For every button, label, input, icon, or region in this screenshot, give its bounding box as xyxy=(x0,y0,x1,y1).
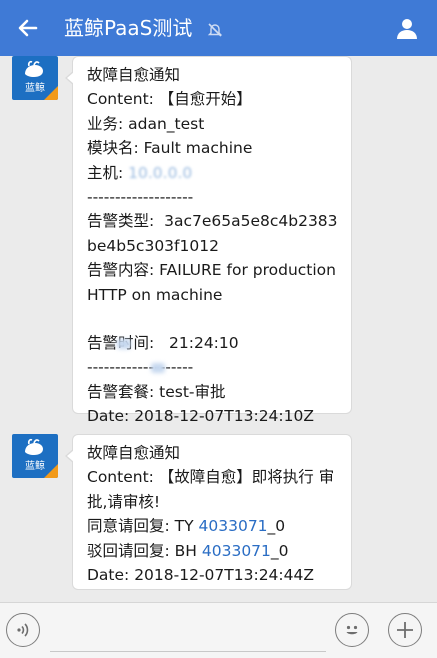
voice-icon xyxy=(17,623,29,637)
plus-icon xyxy=(397,622,413,638)
redacted-text xyxy=(116,338,131,349)
message-bubble[interactable]: 故障自愈通知 Content: 【自愈开始】 业务: adan_test 模块名… xyxy=(65,56,352,425)
message-agree: 同意请回复: TY 4033071_0 xyxy=(87,514,339,538)
whale-logo-icon xyxy=(25,60,43,77)
whale-logo-icon xyxy=(25,438,43,455)
avatar-corner-accent xyxy=(44,86,58,100)
message-alarm-content: 告警内容: FAILURE for production HTTP on mac… xyxy=(87,261,336,304)
message-title: 故障自愈通知 xyxy=(87,66,181,84)
message-reject: 驳回请回复: BH 4033071_0 xyxy=(87,539,339,563)
person-icon xyxy=(397,19,417,39)
avatar-corner-accent xyxy=(44,464,58,478)
message-host: 主机: 10.0.0.0 xyxy=(87,161,339,185)
message-business: 业务: adan_test xyxy=(87,114,205,133)
message-content: Content: 【自愈开始】 xyxy=(87,90,252,109)
redacted-host-line xyxy=(87,307,339,374)
reject-code-link[interactable]: 4033071 xyxy=(202,542,271,560)
agree-code-link[interactable]: 4033071 xyxy=(199,517,268,535)
top-bar: 蓝鲸PaaS测试 xyxy=(0,0,437,56)
bell-muted-icon xyxy=(207,22,222,37)
message-date: Date: 2018-12-07T13:24:10Z xyxy=(87,407,314,426)
message-module: 模块名: Fault machine xyxy=(87,139,253,158)
plus-button[interactable] xyxy=(388,613,422,647)
chat-title: 蓝鲸PaaS测试 xyxy=(64,0,223,56)
emoji-button[interactable] xyxy=(335,613,369,647)
message-divider: ------------------- xyxy=(87,358,194,377)
message-title: 故障自愈通知 xyxy=(87,444,181,462)
reject-label: 驳回请回复: BH xyxy=(87,541,202,560)
alarm-type-label: 告警类型: xyxy=(87,212,155,231)
avatar[interactable]: 蓝鲸 xyxy=(12,434,58,478)
input-bar xyxy=(0,602,437,658)
host-label: 主机: xyxy=(87,163,129,182)
agree-suffix: _0 xyxy=(267,517,286,536)
chat-title-text: 蓝鲸PaaS测试 xyxy=(64,16,193,40)
host-ip-link[interactable]: 10.0.0.0 xyxy=(128,164,192,182)
alarm-time-value: 21:24:10 xyxy=(169,334,239,353)
voice-button[interactable] xyxy=(6,613,40,647)
message-alarm-type: 告警类型: 3ac7e65a5e8c4b2383be4b5c303f1012 xyxy=(87,209,339,258)
arrow-left-icon xyxy=(18,19,38,37)
avatar[interactable]: 蓝鲸 xyxy=(12,56,58,100)
reject-suffix: _0 xyxy=(270,541,289,560)
emoji-icon xyxy=(346,625,358,635)
back-button[interactable] xyxy=(14,14,42,42)
message-bubble[interactable]: 故障自愈通知 Content: 【故障自愈】即将执行 审批,请审核! 同意请回复… xyxy=(65,434,352,590)
message-alarm-package: 告警套餐: test-审批 xyxy=(87,382,226,401)
message-divider: ------------------- xyxy=(87,188,194,207)
contact-info-button[interactable] xyxy=(393,14,421,42)
message-content: Content: 【故障自愈】即将执行 审批,请审核! xyxy=(87,468,335,511)
redacted-text xyxy=(150,363,165,374)
message-date: Date: 2018-12-07T13:24:44Z xyxy=(87,566,314,585)
message-input[interactable] xyxy=(50,613,326,652)
agree-label: 同意请回复: TY xyxy=(87,517,199,536)
